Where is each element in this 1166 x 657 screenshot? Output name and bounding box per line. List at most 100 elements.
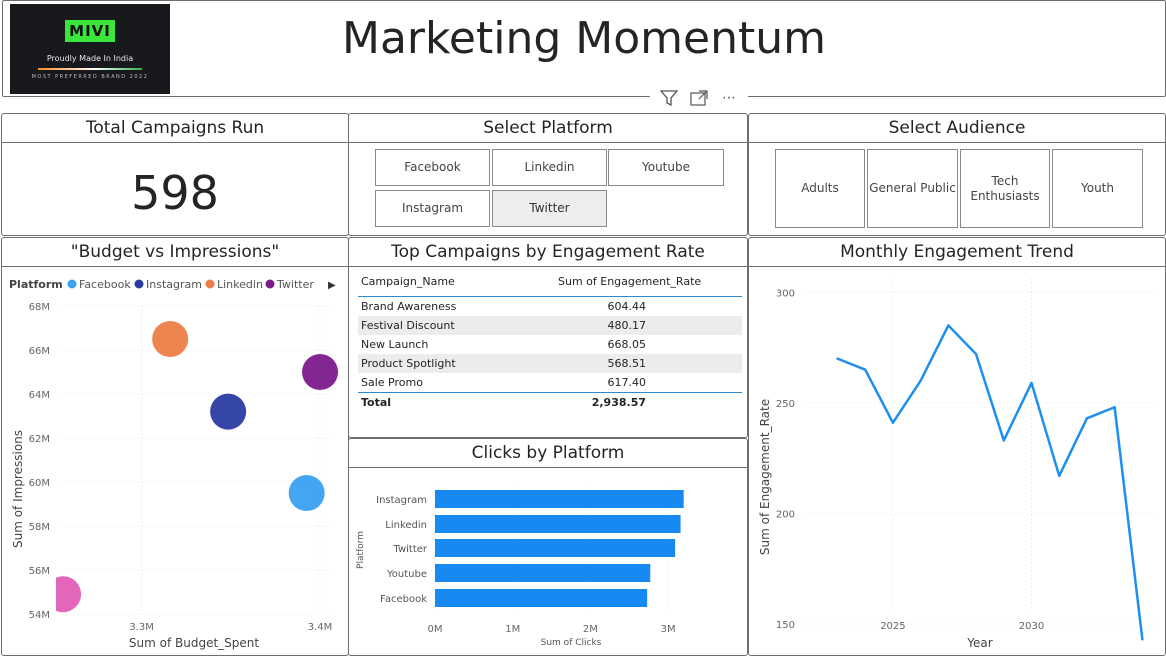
y-tick-label: Instagram xyxy=(376,495,427,506)
title-divider xyxy=(2,142,348,143)
y-tick-label: 300 xyxy=(776,288,795,299)
legend-marker xyxy=(67,279,77,289)
engagement-rate-cell: 604.44 xyxy=(607,300,647,313)
platform-option-facebook[interactable]: Facebook xyxy=(375,149,490,186)
line-point xyxy=(919,379,922,382)
total-value: 2,938.57 xyxy=(591,395,646,409)
visual-header-toolbar: ⋯ xyxy=(650,87,748,109)
scatter-plot: Platform Facebook Instagram Linkedin Twitter… xyxy=(9,278,339,650)
y-tick-label: Facebook xyxy=(380,594,427,605)
audience-slicer: Select Audience Adults General Public Te… xyxy=(748,113,1166,236)
platform-option-linkedin[interactable]: Linkedin xyxy=(492,149,607,186)
legend-label: Linkedin xyxy=(217,278,263,291)
campaign-name-cell: Brand Awareness xyxy=(361,300,457,313)
table-row[interactable]: Festival Discount 480.17 xyxy=(358,316,742,335)
audience-option-youth[interactable]: Youth xyxy=(1052,149,1143,228)
top-campaigns-table: Campaign_Name Sum of Engagement_Rate Bra… xyxy=(358,267,742,411)
y-tick-label: 62M xyxy=(29,434,50,445)
chart-title: Clicks by Platform xyxy=(471,443,625,463)
campaign-name-cell: Product Spotlight xyxy=(361,357,456,370)
focus-mode-icon[interactable] xyxy=(688,88,710,108)
audience-option-adults[interactable]: Adults xyxy=(775,149,865,228)
y-tick-label: 150 xyxy=(776,620,795,631)
x-tick-label: 3.4M xyxy=(308,622,333,633)
y-tick-label: 54M xyxy=(29,610,50,621)
kpi-value: 598 xyxy=(131,166,219,220)
audience-option-general-public[interactable]: General Public xyxy=(867,149,958,228)
y-tick-label: 68M xyxy=(29,302,50,313)
chart-title: "Budget vs Impressions" xyxy=(70,242,280,262)
column-header-campaign[interactable]: Campaign_Name xyxy=(358,275,558,288)
bar-facebook[interactable] xyxy=(435,589,648,607)
x-tick-label: 0M xyxy=(428,624,443,635)
x-axis-title: Year xyxy=(966,636,992,650)
campaign-name-cell: Festival Discount xyxy=(361,319,455,332)
table-row[interactable]: Brand Awareness 604.44 xyxy=(358,297,742,316)
line-point xyxy=(1113,406,1116,409)
table-title: Top Campaigns by Engagement Rate xyxy=(391,242,705,262)
legend-label: Instagram xyxy=(146,278,202,291)
scatter-point[interactable] xyxy=(45,576,82,613)
y-tick-label: 250 xyxy=(776,399,795,410)
legend-marker xyxy=(265,279,275,289)
line-point xyxy=(1058,474,1061,477)
x-tick-label: 3M xyxy=(661,624,676,635)
kpi-title: Total Campaigns Run xyxy=(85,118,265,138)
line-point xyxy=(1002,439,1005,442)
column-header-engagement[interactable]: Sum of Engagement_Rate xyxy=(558,275,718,288)
y-tick-label: Linkedin xyxy=(385,520,427,531)
y-tick-label: 66M xyxy=(29,346,50,357)
table-row[interactable]: New Launch 668.05 xyxy=(358,335,742,354)
slicer-title: Select Platform xyxy=(483,118,613,138)
legend-title: Platform xyxy=(9,278,63,291)
y-tick-label: Twitter xyxy=(392,544,427,555)
table-row[interactable]: Sale Promo 617.40 xyxy=(358,373,742,392)
line-point xyxy=(1085,417,1089,420)
slicer-title: Select Audience xyxy=(888,118,1026,138)
bar-linkedin[interactable] xyxy=(435,515,681,533)
clicks-by-platform-chart: Clicks by Platform 0M 1M 2M 3M Instagram Link… xyxy=(348,438,748,656)
scatter-point-linkedin[interactable] xyxy=(152,321,189,357)
campaign-name-cell: New Launch xyxy=(361,338,429,351)
chart-title: Monthly Engagement Trend xyxy=(840,242,1074,262)
top-campaigns-table-card: Top Campaigns by Engagement Rate Campaig… xyxy=(348,237,748,438)
platform-slicer: Select Platform Facebook Linkedin Youtub… xyxy=(348,113,748,236)
line-point xyxy=(836,357,839,360)
line-point xyxy=(1030,381,1033,385)
title-divider xyxy=(749,142,1165,143)
more-options-icon[interactable]: ⋯ xyxy=(718,88,740,108)
platform-option-instagram[interactable]: Instagram xyxy=(375,190,490,227)
monthly-engagement-trend-chart: Monthly Engagement Trend 150 200 250 300 202… xyxy=(748,237,1166,656)
line-point xyxy=(947,324,950,327)
bar-twitter[interactable] xyxy=(435,539,676,557)
y-tick-label: Youtube xyxy=(386,569,427,580)
filter-icon[interactable] xyxy=(658,88,680,108)
logo-divider xyxy=(38,68,142,70)
bar-youtube[interactable] xyxy=(435,564,651,582)
y-tick-label: 200 xyxy=(776,509,795,520)
x-axis-title: Sum of Clicks xyxy=(541,638,602,648)
legend-scroll-icon[interactable]: ▶ xyxy=(328,280,336,291)
legend-marker xyxy=(205,279,215,289)
y-tick-label: 58M xyxy=(29,522,50,533)
line-point xyxy=(864,368,867,371)
total-label: Total xyxy=(361,395,392,409)
engagement-trend-line[interactable] xyxy=(837,324,1144,640)
bar-instagram[interactable] xyxy=(435,490,684,508)
platform-option-twitter[interactable]: Twitter xyxy=(492,190,607,227)
table-row[interactable]: Product Spotlight 568.51 xyxy=(358,354,742,373)
line-point xyxy=(891,421,895,424)
engagement-rate-cell: 668.05 xyxy=(607,338,647,351)
page-title: Marketing Momentum xyxy=(342,13,826,64)
budget-vs-impressions-chart: "Budget vs Impressions" Platform Facebook… xyxy=(1,237,349,656)
x-tick-label: 1M xyxy=(505,624,520,635)
platform-option-youtube[interactable]: Youtube xyxy=(608,149,724,186)
scatter-point-facebook[interactable] xyxy=(288,475,325,511)
table-total-row: Total 2,938.57 xyxy=(358,392,742,411)
legend-marker xyxy=(134,279,144,289)
scatter-point-twitter[interactable] xyxy=(302,354,339,390)
bubble-group xyxy=(45,321,339,613)
audience-option-tech-enthusiasts[interactable]: Tech Enthusiasts xyxy=(960,149,1050,228)
legend-label: Twitter xyxy=(276,278,314,291)
scatter-point-instagram[interactable] xyxy=(210,393,247,430)
